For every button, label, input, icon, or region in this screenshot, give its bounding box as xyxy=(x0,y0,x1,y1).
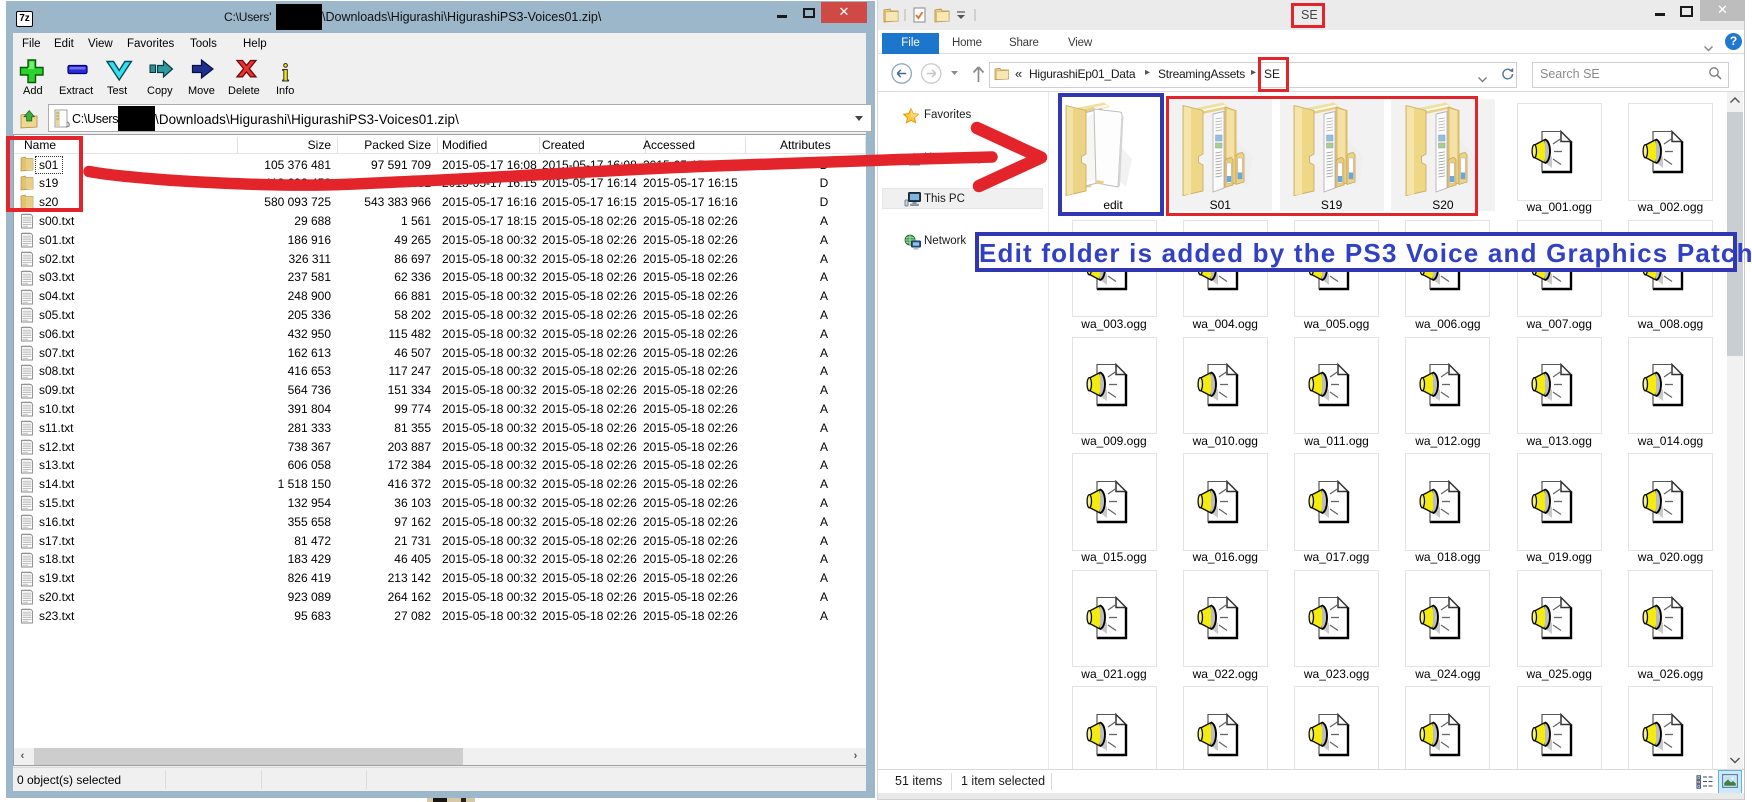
svg-text:i: i xyxy=(282,60,289,87)
